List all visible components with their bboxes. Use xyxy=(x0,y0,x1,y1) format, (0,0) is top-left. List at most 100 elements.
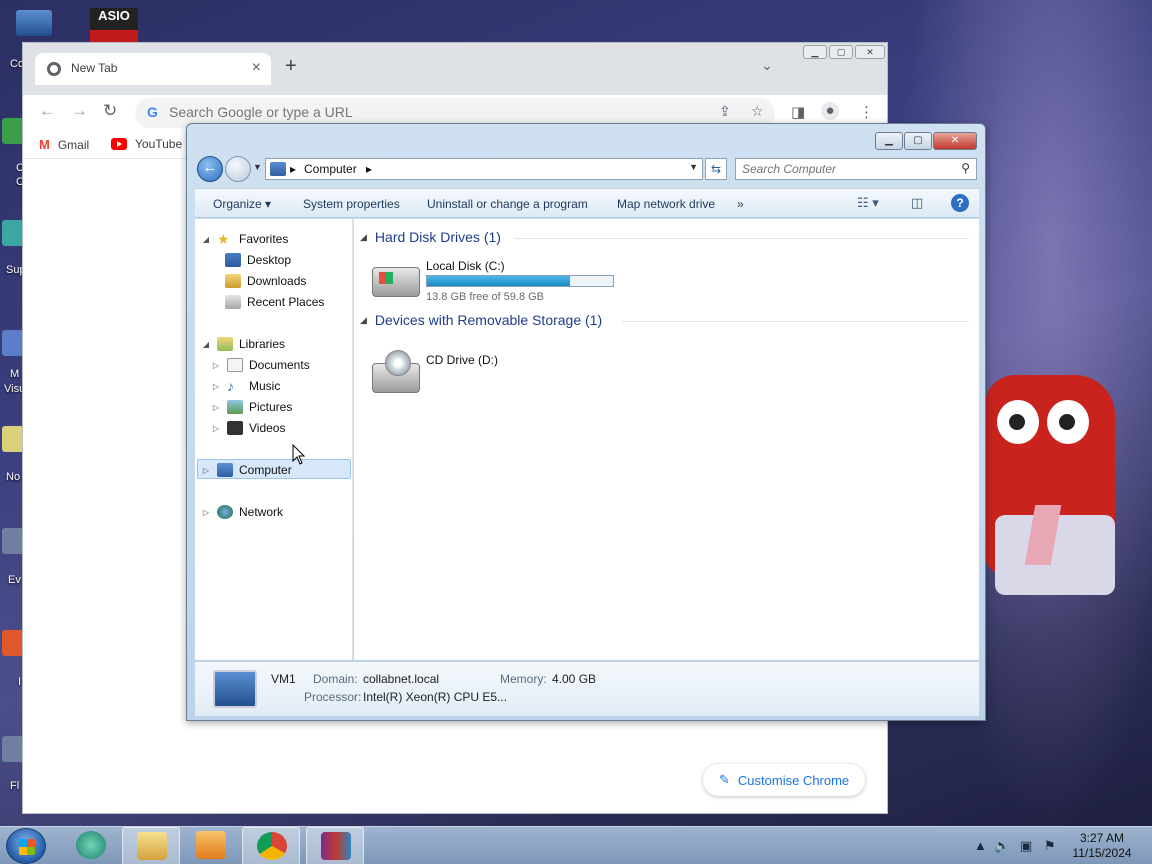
expand-chevron-icon[interactable]: ▷ xyxy=(211,382,221,391)
bookmark-youtube[interactable]: YouTube xyxy=(111,137,182,151)
breadcrumb-computer[interactable]: Computer xyxy=(304,162,357,176)
taskbar-media-player[interactable] xyxy=(182,827,240,864)
drive-d[interactable]: CD Drive (D:) xyxy=(372,349,572,393)
desktop-icon-computer[interactable] xyxy=(0,10,52,54)
nav-network[interactable]: ▷ Network xyxy=(201,502,283,522)
more-commands-button[interactable]: » xyxy=(737,197,744,211)
collapse-group-icon[interactable]: ◢ xyxy=(360,232,367,243)
organize-button[interactable]: Organize ▾ xyxy=(213,197,271,211)
action-center-flag-icon[interactable]: ⚑ xyxy=(1044,838,1056,854)
desktop-icon-8[interactable] xyxy=(0,736,24,780)
volume-icon[interactable]: 🔈 xyxy=(994,838,1010,854)
omnibox-input[interactable] xyxy=(169,104,709,120)
desktop-icon-2[interactable] xyxy=(0,118,24,162)
taskbar-app-1[interactable] xyxy=(62,827,120,864)
nav-label: Favorites xyxy=(239,232,289,246)
explorer-search-box[interactable]: ⚲ xyxy=(735,158,977,180)
bookmark-star-icon[interactable]: ☆ xyxy=(751,103,764,120)
taskbar-clock[interactable]: 3:27 AM 11/15/2024 xyxy=(1068,831,1136,861)
new-tab-button[interactable]: + xyxy=(285,55,297,78)
forward-arrow-icon[interactable]: → xyxy=(71,101,88,121)
nav-documents[interactable]: ▷ Documents xyxy=(211,355,310,375)
minimize-icon[interactable]: ▁ xyxy=(803,45,827,59)
tab-search-chevron-icon[interactable]: ⌄ xyxy=(761,57,773,74)
start-button[interactable] xyxy=(6,828,46,864)
nav-favorites[interactable]: ◢ ★ Favorites xyxy=(201,229,288,249)
taskbar-winrar[interactable] xyxy=(306,827,364,864)
address-bar[interactable]: ▸ Computer ▸ ▼ xyxy=(265,158,703,180)
show-hidden-icons-icon[interactable]: ▲ xyxy=(974,838,987,853)
pictures-icon xyxy=(227,400,243,414)
desktop-icon-6[interactable] xyxy=(0,528,24,572)
recent-pages-chevron-icon[interactable]: ▼ xyxy=(253,162,262,172)
taskbar-chrome[interactable] xyxy=(242,827,300,864)
expand-chevron-icon[interactable]: ▷ xyxy=(211,361,221,370)
bookmark-gmail[interactable]: M Gmail xyxy=(39,137,89,152)
nav-recent-places[interactable]: Recent Places xyxy=(225,292,324,312)
nav-desktop[interactable]: Desktop xyxy=(225,250,291,270)
desktop-icon-3[interactable] xyxy=(0,220,24,264)
media-player-icon xyxy=(196,831,226,859)
clock-time: 3:27 AM xyxy=(1079,831,1125,845)
nav-downloads[interactable]: Downloads xyxy=(225,271,306,291)
system-properties-button[interactable]: System properties xyxy=(303,197,400,211)
explorer-window: ▁ ▢ ✕ ← ▼ ▸ Computer ▸ ▼ ⇆ ⚲ Organize ▾ … xyxy=(186,123,986,721)
organize-label: Organize xyxy=(213,197,262,211)
nav-videos[interactable]: ▷ Videos xyxy=(211,418,285,438)
collapse-chevron-icon[interactable]: ◢ xyxy=(201,235,211,244)
preview-pane-icon[interactable]: ◫ xyxy=(911,195,923,211)
search-icon[interactable]: ⚲ xyxy=(961,161,970,175)
minimize-icon[interactable]: ▁ xyxy=(875,132,903,150)
maximize-icon[interactable]: ▢ xyxy=(829,45,853,59)
maximize-icon[interactable]: ▢ xyxy=(904,132,932,150)
expand-chevron-icon[interactable]: ▷ xyxy=(201,466,211,475)
search-input[interactable] xyxy=(742,162,942,176)
nav-music[interactable]: ▷ ♪ Music xyxy=(211,376,280,396)
tab-new-tab[interactable]: New Tab × xyxy=(35,53,271,85)
nav-pictures[interactable]: ▷ Pictures xyxy=(211,397,292,417)
close-icon[interactable]: ✕ xyxy=(933,132,977,150)
map-network-drive-button[interactable]: Map network drive xyxy=(617,197,715,211)
group-divider xyxy=(514,238,969,239)
expand-chevron-icon[interactable]: ▷ xyxy=(211,403,221,412)
back-arrow-icon[interactable]: ← xyxy=(197,156,223,182)
share-icon[interactable]: ⇪ xyxy=(719,103,731,120)
group-removable[interactable]: ◢ Devices with Removable Storage (1) xyxy=(360,312,602,328)
refresh-icon[interactable]: ⇆ xyxy=(705,158,727,180)
customise-chrome-button[interactable]: ✎ Customise Chrome xyxy=(703,764,866,796)
collapse-chevron-icon[interactable]: ◢ xyxy=(201,340,211,349)
network-status-icon[interactable]: ▣ xyxy=(1020,838,1032,854)
taskbar: ▲ 🔈 ▣ ⚑ 3:27 AM 11/15/2024 xyxy=(0,826,1152,864)
change-view-icon[interactable]: ☷ ▾ xyxy=(857,195,879,211)
help-icon[interactable]: ? xyxy=(951,194,969,212)
close-icon[interactable]: ✕ xyxy=(855,45,885,59)
collapse-group-icon[interactable]: ◢ xyxy=(360,315,367,326)
forward-arrow-icon[interactable] xyxy=(225,156,251,182)
cd-drive-icon xyxy=(372,350,420,393)
back-arrow-icon[interactable]: ← xyxy=(39,101,56,121)
explorer-window-controls: ▁ ▢ ✕ xyxy=(875,132,977,150)
breadcrumb-separator[interactable]: ▸ xyxy=(366,162,372,176)
nav-label: Downloads xyxy=(247,274,307,288)
desktop-icon-7[interactable] xyxy=(0,630,24,674)
nav-computer[interactable]: ▷ Computer xyxy=(201,460,292,480)
reload-icon[interactable]: ↻ xyxy=(103,101,117,121)
nav-libraries[interactable]: ◢ Libraries xyxy=(201,334,285,354)
group-hard-disk[interactable]: ◢ Hard Disk Drives (1) xyxy=(360,229,501,245)
close-tab-icon[interactable]: × xyxy=(252,59,261,77)
nav-label: Recent Places xyxy=(247,295,325,309)
chrome-menu-icon[interactable]: ⋮ xyxy=(859,103,874,121)
desktop-icon-asio[interactable]: ASIO xyxy=(90,8,138,44)
breadcrumb-separator[interactable]: ▸ xyxy=(290,162,296,176)
drive-c-name: Local Disk (C:) xyxy=(426,259,505,273)
side-panel-icon[interactable]: ◨ xyxy=(791,103,805,121)
uninstall-program-button[interactable]: Uninstall or change a program xyxy=(427,197,588,211)
address-dropdown-icon[interactable]: ▼ xyxy=(689,162,698,172)
expand-chevron-icon[interactable]: ▷ xyxy=(211,424,221,433)
drive-c[interactable]: Local Disk (C:) 13.8 GB free of 59.8 GB xyxy=(372,259,632,305)
profile-avatar-icon[interactable]: ● xyxy=(821,102,839,120)
pencil-icon: ✎ xyxy=(719,772,730,787)
expand-chevron-icon[interactable]: ▷ xyxy=(201,508,211,517)
taskbar-explorer[interactable] xyxy=(122,827,180,864)
desktop-icon-5[interactable] xyxy=(0,426,24,470)
